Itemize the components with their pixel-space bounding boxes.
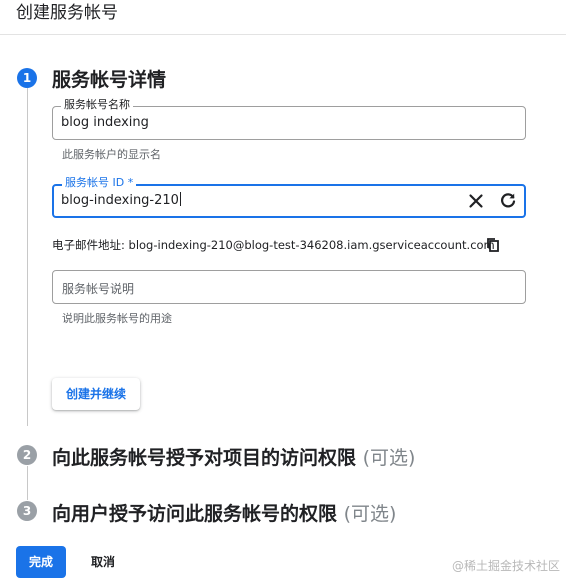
email-address-value: blog-indexing-210@blog-test-346208.iam.g… [128, 238, 495, 252]
service-account-id-label: 服务帐号 ID * [62, 176, 137, 190]
copy-icon [487, 238, 499, 252]
service-account-id-value: blog-indexing-210 [61, 193, 179, 208]
copy-email-button[interactable] [484, 236, 502, 254]
step-1-title[interactable]: 服务帐号详情 [52, 65, 166, 92]
create-and-continue-button[interactable]: 创建并继续 [52, 378, 140, 410]
done-button[interactable]: 完成 [16, 546, 66, 578]
step-2-title[interactable]: 向此服务帐号授予对项目的访问权限 (可选) [52, 443, 415, 470]
service-account-description-placeholder: 服务帐号说明 [62, 282, 135, 296]
step-3-number: 3 [17, 501, 37, 521]
refresh-icon [501, 193, 516, 208]
service-account-id-field[interactable]: 服务帐号 ID * blog-indexing-210 [52, 176, 526, 218]
service-account-name-value: blog indexing [61, 115, 149, 130]
email-address-label: 电子邮件地址: [52, 238, 125, 252]
page-header: 创建服务帐号 [0, 0, 566, 35]
clear-id-button[interactable] [464, 189, 488, 213]
service-account-id-value-wrap: blog-indexing-210 [61, 192, 181, 208]
watermark: @稀土掘金技术社区 [451, 559, 560, 573]
step-2-title-text: 向此服务帐号授予对项目的访问权限 [52, 447, 357, 469]
step-1-title-text: 服务帐号详情 [52, 69, 167, 91]
page-title: 创建服务帐号 [16, 3, 118, 23]
service-account-name-hint: 此服务帐户的显示名 [62, 148, 161, 161]
step-1-number: 1 [17, 68, 37, 88]
step-1-connector [27, 88, 28, 426]
step-3-title-text: 向用户授予访问此服务帐号的权限 [52, 503, 338, 525]
step-2-optional: (可选) [362, 447, 416, 469]
service-account-description-field[interactable]: 服务帐号说明 [52, 270, 526, 304]
text-caret [179, 192, 181, 206]
cancel-button[interactable]: 取消 [86, 546, 120, 578]
service-account-description-hint: 说明此服务帐号的用途 [62, 312, 172, 325]
step-2-connector [27, 466, 28, 500]
step-3-title[interactable]: 向用户授予访问此服务帐号的权限 (可选) [52, 499, 396, 526]
email-address-row: 电子邮件地址: blog-indexing-210@blog-test-3462… [52, 237, 495, 253]
step-3-optional: (可选) [343, 503, 397, 525]
service-account-name-label: 服务帐号名称 [61, 98, 133, 112]
close-icon [469, 194, 483, 208]
service-account-name-field[interactable]: 服务帐号名称 blog indexing [52, 98, 526, 140]
step-2-number: 2 [17, 445, 37, 465]
regenerate-id-button[interactable] [496, 189, 520, 213]
